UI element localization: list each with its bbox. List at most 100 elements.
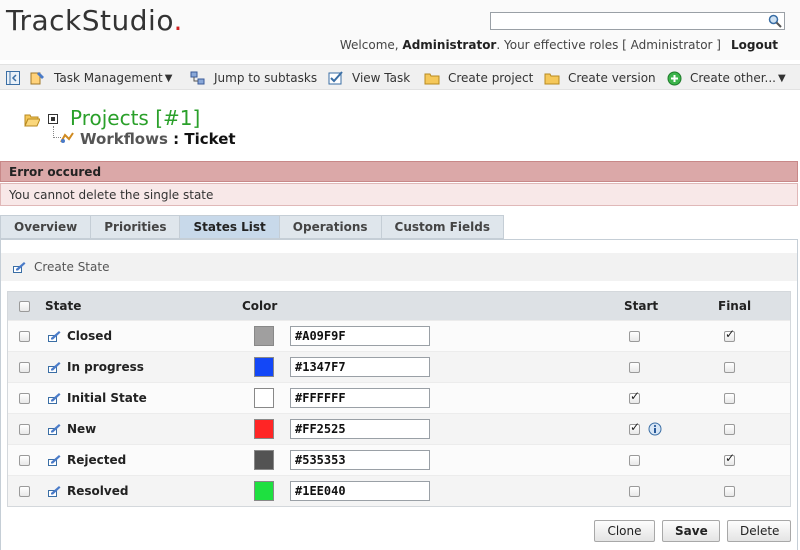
open-folder-icon <box>24 114 40 127</box>
edit-icon <box>48 331 61 342</box>
col-color: Color <box>242 299 278 313</box>
col-start: Start <box>624 299 659 313</box>
save-button[interactable]: Save <box>662 520 720 542</box>
task-management-icon <box>30 72 44 85</box>
breadcrumb: Workflows : Ticket <box>80 130 236 148</box>
table-header: State Color Start Final <box>8 292 790 320</box>
collapse-tree-icon[interactable] <box>48 114 58 124</box>
tab-overview[interactable]: Overview <box>0 215 91 239</box>
color-swatch[interactable] <box>254 326 274 346</box>
select-all-checkbox[interactable] <box>19 300 30 312</box>
states-table: State Color Start Final Closed In progre… <box>7 291 791 507</box>
final-checkbox[interactable] <box>724 361 735 373</box>
color-swatch[interactable] <box>254 481 274 501</box>
error-title: Error occured <box>0 161 798 182</box>
folder-icon <box>544 73 560 85</box>
search-icon[interactable] <box>768 14 782 28</box>
edit-icon <box>48 486 61 497</box>
edit-icon <box>48 393 61 404</box>
create-bar: Create State <box>1 253 797 281</box>
logout-link[interactable]: Logout <box>731 38 778 52</box>
create-state-link[interactable]: Create State <box>13 260 109 274</box>
color-input[interactable] <box>290 326 430 346</box>
start-checkbox[interactable] <box>629 454 640 466</box>
color-swatch[interactable] <box>254 357 274 377</box>
start-checkbox[interactable] <box>629 389 640 404</box>
toolbar-view-task[interactable]: View Task <box>328 70 410 86</box>
start-checkbox[interactable] <box>629 485 640 497</box>
row-checkbox[interactable] <box>19 392 30 404</box>
state-link[interactable]: Initial State <box>48 383 147 413</box>
page-title[interactable]: Projects [#1] <box>70 106 200 130</box>
state-link[interactable]: Rejected <box>48 445 126 475</box>
table-row: Rejected <box>8 444 790 475</box>
tab-bar: Overview Priorities States List Operatio… <box>0 215 504 239</box>
col-state: State <box>45 299 82 313</box>
color-input[interactable] <box>290 481 430 501</box>
final-checkbox[interactable] <box>724 327 735 342</box>
state-link[interactable]: Closed <box>48 321 112 351</box>
tab-states-list[interactable]: States List <box>179 215 279 239</box>
logo[interactable]: TrackStudio. <box>6 4 183 37</box>
table-row: In progress <box>8 351 790 382</box>
row-checkbox[interactable] <box>19 361 30 373</box>
tab-priorities[interactable]: Priorities <box>90 215 180 239</box>
breadcrumb-ticket: Ticket <box>184 130 236 148</box>
toolbar-task-management[interactable]: Task Management ▼ <box>30 70 172 86</box>
edit-icon <box>48 424 61 435</box>
chevron-down-icon: ▼ <box>778 72 786 84</box>
delete-button[interactable]: Delete <box>727 520 791 542</box>
chevron-down-icon: ▼ <box>164 72 173 84</box>
col-final: Final <box>718 299 752 313</box>
state-link[interactable]: Resolved <box>48 476 128 506</box>
row-checkbox[interactable] <box>19 330 30 342</box>
table-row: Initial State <box>8 382 790 413</box>
toolbar-create-version[interactable]: Create version <box>544 70 656 86</box>
workflow-icon <box>60 132 74 143</box>
final-checkbox[interactable] <box>724 423 735 435</box>
final-checkbox[interactable] <box>724 485 735 497</box>
toolbar-jump-subtasks[interactable]: Jump to subtasks <box>190 70 317 86</box>
color-swatch[interactable] <box>254 419 274 439</box>
info-icon[interactable] <box>648 422 662 436</box>
welcome-text: Welcome, Administrator. Your effective r… <box>339 38 778 52</box>
user-name: Administrator <box>402 38 497 52</box>
color-input[interactable] <box>290 450 430 470</box>
state-link[interactable]: New <box>48 414 96 444</box>
color-swatch[interactable] <box>254 450 274 470</box>
toolbar-create-project[interactable]: Create project <box>424 70 533 86</box>
start-checkbox[interactable] <box>629 330 640 342</box>
folder-icon <box>424 73 440 85</box>
table-row: Closed <box>8 320 790 351</box>
tab-custom-fields[interactable]: Custom Fields <box>380 215 504 239</box>
final-checkbox[interactable] <box>724 451 735 466</box>
clone-button[interactable]: Clone <box>594 520 655 542</box>
tab-operations[interactable]: Operations <box>278 215 381 239</box>
start-checkbox[interactable] <box>629 361 640 373</box>
color-swatch[interactable] <box>254 388 274 408</box>
search-input[interactable] <box>490 12 785 30</box>
collapse-panel-icon[interactable] <box>6 70 28 86</box>
row-checkbox[interactable] <box>19 423 30 435</box>
table-row: Resolved <box>8 475 790 506</box>
final-checkbox[interactable] <box>724 392 735 404</box>
jump-subtasks-icon <box>190 71 205 85</box>
edit-icon <box>48 455 61 466</box>
table-row: New <box>8 413 790 444</box>
row-checkbox[interactable] <box>19 485 30 497</box>
color-input[interactable] <box>290 357 430 377</box>
view-task-icon <box>328 71 343 85</box>
error-message: You cannot delete the single state <box>0 183 798 206</box>
state-link[interactable]: In progress <box>48 352 144 382</box>
header: TrackStudio. Welcome, Administrator. You… <box>0 0 800 60</box>
color-input[interactable] <box>290 388 430 408</box>
toolbar: Task Management ▼ Jump to subtasks View T… <box>0 64 800 90</box>
toolbar-create-other[interactable]: Create other... ▼ <box>667 70 786 86</box>
row-checkbox[interactable] <box>19 454 30 466</box>
color-input[interactable] <box>290 419 430 439</box>
plus-circle-icon <box>667 71 682 85</box>
breadcrumb-workflows[interactable]: Workflows <box>80 130 168 148</box>
edit-icon <box>13 262 26 273</box>
start-checkbox[interactable] <box>629 420 640 435</box>
edit-icon <box>48 362 61 373</box>
